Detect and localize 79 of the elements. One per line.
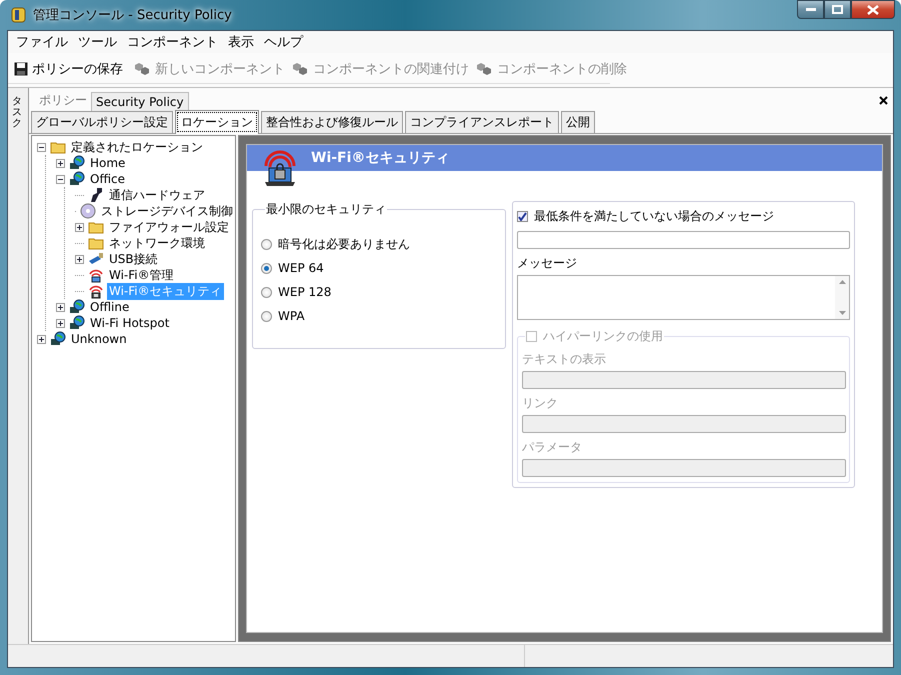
globe-icon: [69, 299, 85, 315]
radio-button[interactable]: [261, 262, 272, 274]
cubes-icon: [477, 62, 493, 76]
tab[interactable]: 整合性および修復ルール: [261, 111, 403, 133]
expander-icon[interactable]: [75, 254, 84, 264]
tree-item[interactable]: ネットワーク環境: [107, 234, 207, 252]
minimize-icon: [806, 8, 816, 12]
app-icon: [9, 6, 27, 24]
globe-icon: [69, 155, 85, 171]
radio-label: WPA: [278, 309, 305, 323]
scroll-down-icon[interactable]: [838, 311, 846, 315]
radio-button[interactable]: [261, 286, 272, 298]
tab[interactable]: コンプライアンスレポート: [405, 111, 559, 133]
wifi-lock-icon: [263, 150, 297, 188]
field-label: リンク: [522, 395, 559, 412]
tree-item[interactable]: Home: [88, 156, 128, 170]
message-field[interactable]: [517, 275, 850, 320]
globe-icon: [69, 171, 85, 187]
close-icon: [867, 4, 879, 14]
menu-item[interactable]: 表示: [223, 31, 259, 53]
tree-item[interactable]: Office: [88, 172, 128, 186]
tree-item[interactable]: Wi-Fi®管理: [107, 266, 176, 284]
plug-icon: [88, 187, 104, 203]
floppy-icon: [14, 62, 28, 76]
checkbox-label: ハイパーリンクの使用: [543, 328, 663, 345]
wifi-lock-icon: [88, 283, 104, 299]
field-label: メッセージ: [517, 255, 578, 272]
expander-icon[interactable]: [37, 334, 46, 344]
tree-item[interactable]: Offline: [88, 300, 132, 314]
tree-item[interactable]: Unknown: [69, 332, 129, 346]
maximize-button[interactable]: [824, 0, 851, 19]
expander-icon[interactable]: [56, 302, 65, 312]
cubes-icon: [135, 62, 151, 76]
tab[interactable]: 公開: [561, 111, 595, 133]
usb-stick-icon: [88, 251, 104, 267]
field-label: テキストの表示: [522, 351, 607, 368]
wifi-icon: [88, 267, 104, 283]
expander-icon[interactable]: [56, 174, 65, 184]
field-label: パラメータ: [522, 439, 583, 456]
radio-label: 暗号化は必要ありません: [278, 236, 410, 252]
cubes-icon: [293, 62, 309, 76]
expander-icon[interactable]: [56, 318, 65, 328]
globe-icon: [69, 315, 85, 331]
close-button[interactable]: [851, 0, 895, 19]
menu-item[interactable]: ヘルプ: [259, 31, 308, 53]
radio-label: WEP 128: [278, 285, 332, 299]
tree-item[interactable]: ファイアウォール設定: [107, 218, 231, 236]
side-tab[interactable]: タスク: [12, 94, 22, 131]
menu-item[interactable]: コンポーネント: [122, 31, 223, 53]
checkbox[interactable]: [517, 211, 528, 222]
tab[interactable]: グローバルポリシー設定: [31, 111, 173, 133]
menu-item[interactable]: ツール: [73, 31, 122, 53]
tab[interactable]: ロケーション: [175, 110, 259, 134]
tree-item[interactable]: 通信ハードウェア: [107, 186, 207, 204]
group-title: 最小限のセキュリティ: [265, 201, 387, 218]
tree-item[interactable]: Wi-Fi Hotspot: [88, 316, 172, 330]
globe-icon: [50, 331, 66, 347]
minimize-button[interactable]: [797, 0, 824, 19]
expander-icon[interactable]: [37, 142, 46, 152]
disc-icon: [80, 203, 96, 219]
save-button[interactable]: ポリシーの保存: [10, 58, 127, 80]
policy-label: ポリシー: [38, 92, 88, 109]
tree-item[interactable]: ストレージデバイス制御: [99, 202, 235, 220]
radio-label: WEP 64: [278, 261, 324, 275]
expander-icon[interactable]: [75, 222, 84, 232]
panel-title: Wi-Fi®セキュリティ: [311, 149, 450, 167]
tree-item[interactable]: USB接続: [107, 250, 160, 268]
window-title: 管理コンソール - Security Policy: [33, 7, 232, 24]
expander-icon[interactable]: [56, 158, 65, 168]
scroll-up-icon[interactable]: [838, 280, 846, 284]
close-icon[interactable]: [879, 96, 888, 105]
tree-item[interactable]: 定義されたロケーション: [69, 138, 205, 156]
menu-item[interactable]: ファイル: [11, 31, 73, 53]
checkbox-label: 最低条件を満たしていない場合のメッセージ: [534, 208, 774, 225]
maximize-icon: [832, 5, 843, 14]
policy-name: Security Policy: [91, 92, 189, 111]
radio-button[interactable]: [261, 310, 272, 322]
input-field[interactable]: [517, 231, 850, 249]
radio-button[interactable]: [261, 238, 272, 250]
